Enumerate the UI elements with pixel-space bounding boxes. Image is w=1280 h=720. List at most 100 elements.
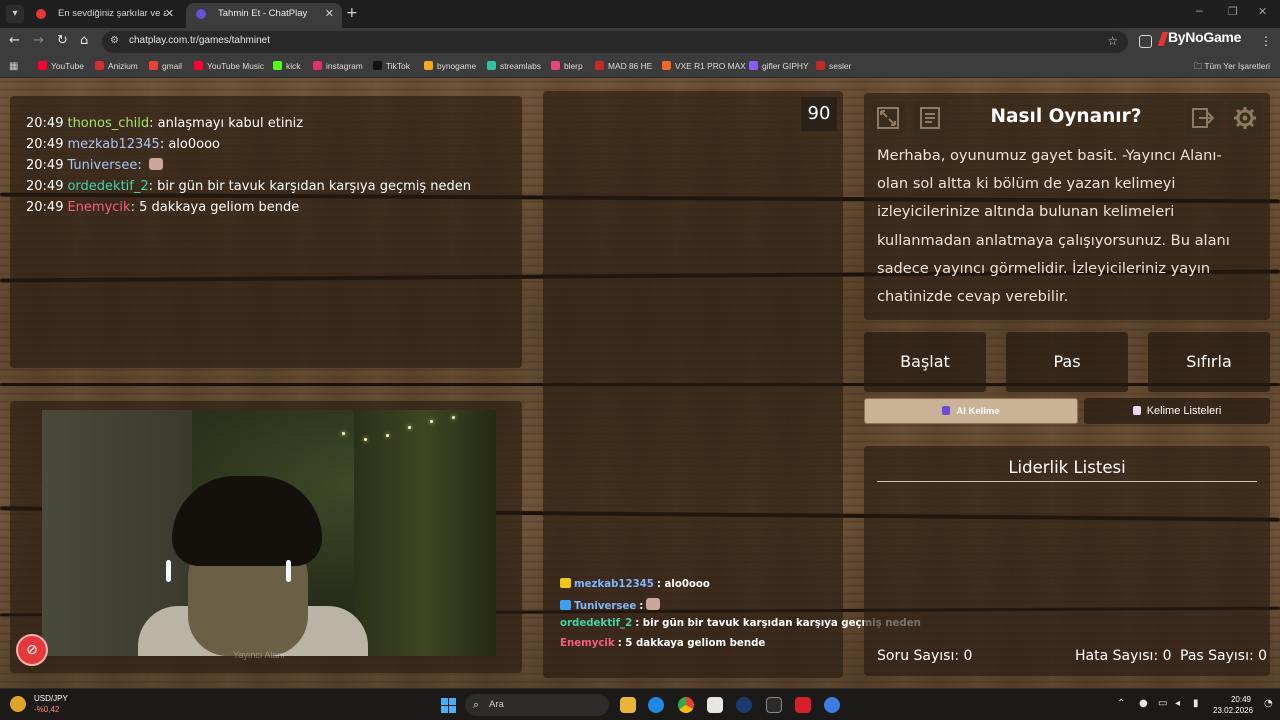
exit-button[interactable] — [1186, 101, 1220, 135]
bynogame-brand[interactable]: ByNoGame — [1168, 29, 1241, 45]
chat-username[interactable]: Tuniversee — [67, 158, 137, 173]
file-explorer-icon[interactable] — [620, 697, 636, 713]
start-menu-icon[interactable] — [441, 698, 456, 713]
user-badge-icon — [560, 600, 571, 610]
chrome-icon[interactable] — [678, 697, 694, 713]
close-tab-icon[interactable]: ✕ — [325, 3, 334, 25]
all-bookmarks-link[interactable]: 🗀 Tüm Yer İşaretleri — [1194, 61, 1270, 75]
bookmark-item[interactable]: YouTube — [38, 61, 84, 71]
app-icon[interactable] — [824, 697, 840, 713]
extension-icon[interactable] — [1139, 35, 1152, 48]
start-button[interactable]: Başlat — [864, 332, 986, 392]
feed-username: ordedektif_2 — [560, 618, 633, 629]
forward-icon[interactable]: → — [33, 33, 44, 48]
tab-favicon — [196, 9, 206, 19]
battery-icon[interactable]: ▮ — [1193, 698, 1199, 709]
fairy-light — [408, 426, 411, 429]
word-lists-button[interactable]: Kelime Listeleri — [1084, 398, 1270, 424]
settings-button[interactable] — [1228, 101, 1262, 135]
microphone-icon[interactable]: ● — [1139, 698, 1148, 709]
fairy-light — [452, 416, 455, 419]
bookmark-favicon-icon — [149, 61, 158, 70]
fairy-light — [364, 438, 367, 441]
bookmark-item[interactable]: blerp — [551, 61, 583, 71]
more-menu-icon[interactable]: ⋮ — [1260, 34, 1272, 48]
ai-word-button[interactable]: AI Kelime — [864, 398, 1078, 424]
bookmark-item[interactable]: TikTok — [373, 61, 410, 71]
notes-button[interactable] — [913, 101, 947, 135]
store-icon[interactable] — [707, 697, 723, 713]
tab-title: Tahmin Et - ChatPlay — [218, 8, 308, 19]
bookmarks-bar: ▦ YouTube Anizium gmail YouTube Music kick in… — [0, 56, 1280, 78]
feed-username: mezkab12345 — [574, 579, 654, 590]
bookmark-item[interactable]: sesler — [816, 61, 851, 71]
apps-grid-icon[interactable]: ▦ — [9, 61, 18, 72]
bookmark-favicon-icon — [273, 61, 282, 70]
chat-username[interactable]: Enemycik — [67, 200, 130, 215]
exit-icon — [1192, 108, 1215, 128]
new-tab-button[interactable]: + — [346, 5, 358, 21]
epic-games-icon[interactable] — [766, 697, 782, 713]
error-count-label: Hata Sayısı: — [1075, 648, 1159, 664]
search-placeholder: Ara — [489, 699, 504, 710]
browser-tab-active[interactable]: Tahmin Et - ChatPlay ✕ — [186, 3, 342, 28]
bookmark-favicon-icon — [424, 61, 433, 70]
bookmark-favicon-icon — [551, 61, 560, 70]
bookmark-label: YouTube — [51, 61, 84, 71]
bookmark-favicon-icon — [487, 61, 496, 70]
bookmark-item[interactable]: YouTube Music — [194, 61, 264, 71]
site-info-icon[interactable]: ⚙ — [110, 35, 119, 46]
all-bookmarks-label: Tüm Yer İşaretleri — [1204, 61, 1270, 71]
bookmark-favicon-icon — [749, 61, 758, 70]
bookmark-item[interactable]: Anizium — [95, 61, 138, 71]
edge-icon[interactable] — [648, 697, 664, 713]
question-count: Soru Sayısı: 0 — [877, 648, 972, 664]
maximize-icon[interactable]: ❐ — [1228, 5, 1238, 18]
bookmark-item[interactable]: MAD 86 HE — [595, 61, 652, 71]
pass-button[interactable]: Pas — [1006, 332, 1128, 392]
taskbar-search[interactable]: ⌕ Ara — [465, 694, 609, 716]
taskbar-clock[interactable]: 20:49 23.02.2026 — [1213, 694, 1253, 716]
tab-search-button[interactable]: ▾ — [6, 5, 24, 23]
chat-text: alo0ooo — [168, 137, 221, 152]
round-timer: 90 — [801, 97, 837, 131]
reset-button[interactable]: Sıfırla — [1148, 332, 1270, 392]
app-icon[interactable] — [795, 697, 811, 713]
volume-icon[interactable]: ◂ — [1175, 698, 1180, 709]
back-icon[interactable]: ← — [9, 33, 20, 48]
browser-tab-strip: ▾ En sevdiğiniz şarkılar ve albümle ✕ Ta… — [0, 0, 1280, 28]
bookmark-item[interactable]: gmail — [149, 61, 182, 71]
home-icon[interactable]: ⌂ — [80, 33, 88, 48]
steam-icon[interactable] — [736, 697, 752, 713]
network-icon[interactable]: ▭ — [1158, 698, 1167, 709]
close-tab-icon[interactable]: ✕ — [165, 3, 174, 25]
fullscreen-button[interactable] — [871, 101, 905, 135]
tray-overflow-icon[interactable]: ⌃ — [1117, 698, 1125, 709]
bookmark-item[interactable]: bynogame — [424, 61, 476, 71]
stop-stream-button[interactable]: ⊘ — [16, 634, 48, 666]
fairy-light — [430, 420, 433, 423]
bookmark-item[interactable]: streamlabs — [487, 61, 541, 71]
bookmark-label: VXE R1 PRO MAX — [675, 61, 746, 71]
minimize-icon[interactable]: ─ — [1196, 5, 1203, 18]
browser-tab[interactable]: En sevdiğiniz şarkılar ve albümle ✕ — [26, 3, 182, 28]
chat-username[interactable]: mezkab12345 — [67, 137, 159, 152]
chat-message: 20:49 thonos_child: anlaşmayı kabul etini… — [26, 116, 303, 131]
bookmark-item[interactable]: VXE R1 PRO MAX — [662, 61, 746, 71]
address-bar[interactable]: ⚙ chatplay.com.tr/games/tahminet ☆ — [102, 31, 1128, 53]
chat-message: 20:49 ordedektif_2: bir gün bir tavuk kar… — [26, 179, 471, 194]
chat-message: 20:49 Tuniversee: — [26, 158, 163, 173]
bookmark-favicon-icon — [595, 61, 604, 70]
bookmark-item[interactable]: instagram — [313, 61, 363, 71]
bookmark-item[interactable]: gifler GIPHY — [749, 61, 809, 71]
bookmark-label: kick — [286, 61, 301, 71]
close-window-icon[interactable]: ✕ — [1258, 5, 1267, 18]
bookmark-item[interactable]: kick — [273, 61, 300, 71]
chat-username[interactable]: ordedektif_2 — [67, 179, 148, 194]
bookmark-star-icon[interactable]: ☆ — [1107, 34, 1118, 48]
user-badge-icon — [560, 578, 571, 588]
chat-username[interactable]: thonos_child — [67, 116, 149, 131]
reload-icon[interactable]: ↻ — [57, 33, 68, 48]
notification-icon[interactable]: ◔ — [1264, 698, 1273, 709]
bookmark-label: sesler — [829, 61, 852, 71]
